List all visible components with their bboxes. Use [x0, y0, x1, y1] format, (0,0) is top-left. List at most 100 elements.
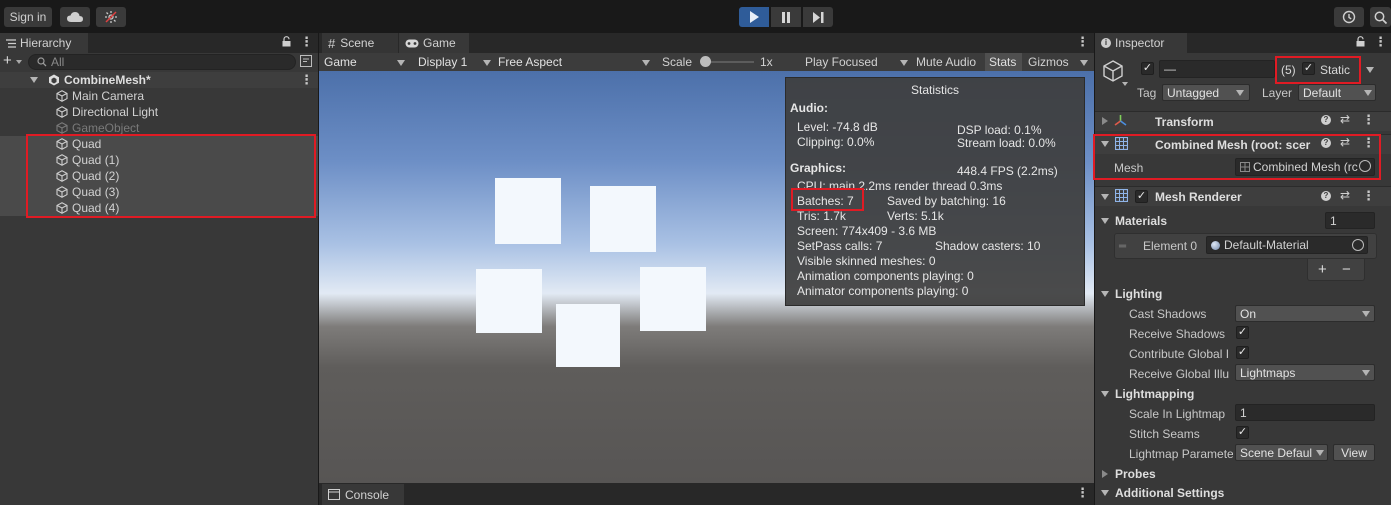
search-icon[interactable]: [1370, 7, 1391, 27]
remove-material-button[interactable]: −: [1342, 261, 1351, 278]
receive-gi-value: Lightmaps: [1240, 365, 1296, 380]
gamepad-icon: [405, 39, 419, 48]
collab-icon[interactable]: [96, 7, 126, 27]
cloud-icon[interactable]: [60, 7, 90, 27]
presets-icon[interactable]: ⇄: [1340, 188, 1350, 202]
stats-button[interactable]: Stats: [989, 55, 1016, 69]
selection-highlight-box: [26, 134, 316, 218]
stats-dsp-load: DSP load: 0.1%: [957, 123, 1042, 137]
materials-count-field[interactable]: 1: [1325, 212, 1375, 229]
tab-hierarchy-label: Hierarchy: [20, 36, 72, 50]
contribute-gi-checkbox[interactable]: ✓: [1236, 346, 1249, 359]
hash-icon: #: [328, 35, 336, 51]
hierarchy-search-input[interactable]: All: [28, 54, 296, 70]
pause-button[interactable]: [771, 7, 801, 27]
history-icon[interactable]: [1334, 7, 1364, 27]
hierarchy-options-icon[interactable]: [300, 55, 312, 67]
scene-expand-icon[interactable]: [30, 77, 38, 83]
stats-skinned: Visible skinned meshes: 0: [797, 254, 936, 268]
combined-mesh-highlight-box: [1093, 134, 1381, 180]
console-menu-icon[interactable]: ⋮: [1076, 485, 1089, 501]
hierarchy-item[interactable]: Directional Light: [0, 104, 318, 120]
quad-mesh: [495, 178, 561, 244]
tab-game[interactable]: Game: [399, 33, 469, 53]
transform-expand-icon[interactable]: [1102, 117, 1108, 125]
object-picker-icon[interactable]: [1352, 239, 1364, 251]
mesh-renderer-icon: [1115, 189, 1128, 202]
scene-name: CombineMesh*: [64, 73, 151, 87]
console-icon: [328, 489, 340, 500]
scene-menu-icon[interactable]: ⋮: [300, 72, 313, 88]
add-icon[interactable]: +: [3, 53, 12, 68]
tag-dropdown-value: Untagged: [1167, 85, 1220, 100]
static-highlight-box: [1275, 56, 1361, 84]
mesh-renderer-expand-icon[interactable]: [1101, 194, 1109, 200]
gizmos-button[interactable]: Gizmos: [1028, 55, 1069, 69]
hierarchy-menu-icon[interactable]: ⋮: [300, 34, 313, 50]
lightmap-params-arrow-icon: [1316, 450, 1324, 456]
search-filter-icon: [37, 57, 47, 67]
scale-lightmap-label: Scale In Lightmap: [1129, 407, 1226, 421]
object-name-input[interactable]: —: [1159, 60, 1275, 78]
active-checkbox[interactable]: ✓: [1141, 62, 1154, 75]
info-icon: i: [1101, 38, 1111, 48]
play-button[interactable]: [739, 7, 769, 27]
tab-inspector[interactable]: i Inspector: [1095, 33, 1187, 53]
scale-label: Scale: [662, 55, 693, 69]
scale-lightmap-value: 1: [1240, 405, 1247, 420]
receive-gi-dropdown[interactable]: Lightmaps: [1235, 364, 1375, 381]
receive-gi-label: Receive Global Illu: [1129, 367, 1230, 381]
probes-expand-icon[interactable]: [1102, 470, 1108, 478]
transform-menu-icon[interactable]: ⋮: [1362, 112, 1375, 128]
tab-hierarchy[interactable]: Hierarchy: [0, 33, 88, 53]
drag-handle-icon[interactable]: ═: [1119, 242, 1126, 252]
scene-row[interactable]: CombineMesh*: [0, 72, 318, 88]
static-dropdown-arrow-icon[interactable]: [1366, 67, 1374, 73]
quad-mesh: [640, 267, 706, 331]
play-mode-dropdown[interactable]: Play Focused: [805, 55, 878, 69]
add-dropdown-icon[interactable]: [16, 60, 22, 64]
inspector-menu-icon[interactable]: ⋮: [1374, 34, 1387, 50]
inspector-lock-icon[interactable]: [1356, 36, 1365, 47]
presets-icon[interactable]: ⇄: [1340, 112, 1350, 126]
stitch-seams-checkbox[interactable]: ✓: [1236, 426, 1249, 439]
tag-label: Tag: [1137, 86, 1157, 100]
materials-expand-icon[interactable]: [1101, 218, 1109, 224]
receive-shadows-checkbox[interactable]: ✓: [1236, 326, 1249, 339]
tab-inspector-label: Inspector: [1115, 36, 1165, 50]
scale-slider-handle[interactable]: [700, 56, 711, 67]
cast-shadows-dropdown[interactable]: On: [1235, 305, 1375, 322]
mute-audio-button[interactable]: Mute Audio: [916, 55, 976, 69]
element0-material-field[interactable]: Default-Material: [1206, 236, 1368, 254]
hierarchy-item[interactable]: Main Camera: [0, 88, 318, 104]
help-icon[interactable]: ?: [1321, 191, 1331, 201]
lightmapping-expand-icon[interactable]: [1101, 391, 1109, 397]
quad-mesh: [556, 304, 620, 367]
gameobject-cube-icon: [1102, 60, 1124, 82]
icon-select-arrow[interactable]: [1122, 82, 1128, 86]
lightmap-params-dropdown[interactable]: Scene Defaul: [1235, 444, 1328, 461]
lock-icon[interactable]: [282, 36, 291, 47]
transform-icon: [1114, 114, 1127, 127]
lighting-expand-icon[interactable]: [1101, 291, 1109, 297]
step-button[interactable]: [803, 7, 833, 27]
lightmap-view-button[interactable]: View: [1333, 444, 1375, 461]
add-material-button[interactable]: +: [1318, 261, 1327, 278]
cast-shadows-label: Cast Shadows: [1129, 307, 1207, 321]
aspect-dropdown[interactable]: Free Aspect: [494, 53, 654, 71]
game-menu-icon[interactable]: ⋮: [1076, 34, 1089, 50]
help-icon[interactable]: ?: [1321, 115, 1331, 125]
mesh-renderer-menu-icon[interactable]: ⋮: [1362, 188, 1375, 204]
sign-in-button[interactable]: Sign in: [4, 7, 52, 27]
tab-console[interactable]: Console: [322, 484, 404, 505]
scale-lightmap-field[interactable]: 1: [1235, 404, 1375, 421]
stats-level: Level: -74.8 dB: [797, 120, 878, 134]
hierarchy-item-label: GameObject: [72, 121, 140, 135]
tab-scene[interactable]: # Scene: [322, 33, 398, 53]
mesh-renderer-enabled-checkbox[interactable]: ✓: [1135, 190, 1148, 203]
gameobject-icon: [56, 122, 68, 134]
display-dropdown[interactable]: Display 1: [414, 53, 494, 71]
hierarchy-search-placeholder: All: [51, 55, 65, 69]
stats-animator: Animator components playing: 0: [797, 284, 969, 298]
additional-expand-icon[interactable]: [1101, 490, 1109, 496]
